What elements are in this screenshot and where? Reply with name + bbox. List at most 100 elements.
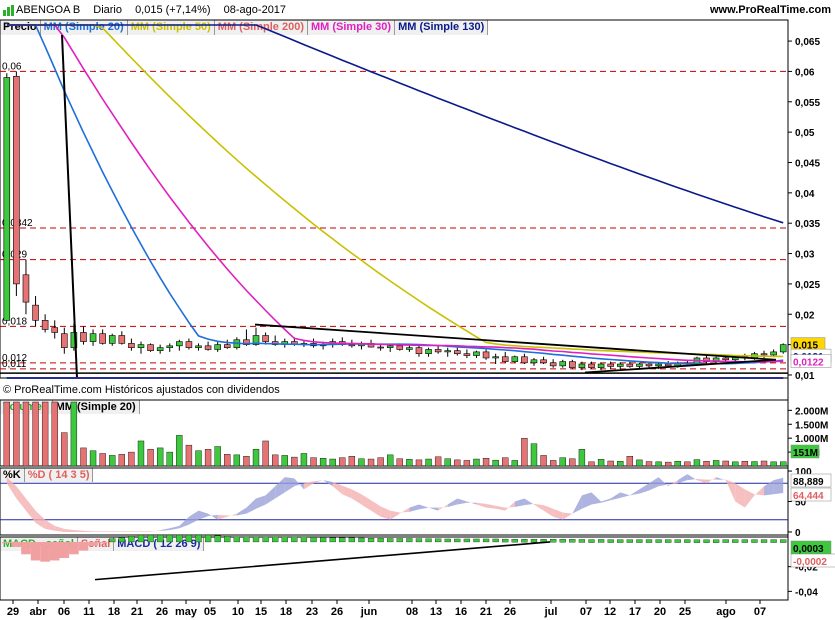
stoch-fill xyxy=(658,477,669,487)
macd-hist-bar xyxy=(569,539,576,543)
chart-canvas[interactable]: 0,065 0,06 0,055 0,05 0,045 0,04 0,035 0,03 0,02… xyxy=(0,0,835,620)
price-ytick-label: 0,06 xyxy=(795,67,815,78)
macd-hist-bar xyxy=(109,538,116,543)
volume-bar xyxy=(454,459,461,467)
price-candle xyxy=(540,359,547,364)
volume-bar xyxy=(415,459,423,467)
stoch-fill xyxy=(371,500,381,517)
volume-bar xyxy=(89,450,97,467)
stoch-fill xyxy=(418,504,429,510)
xtick-label: 07 xyxy=(580,606,592,618)
price-candle xyxy=(156,347,164,351)
stoch-fill xyxy=(6,477,17,499)
volume-bar xyxy=(387,454,394,467)
price-candle xyxy=(176,341,183,347)
macd-hist-bar xyxy=(530,539,538,543)
stoch-fill xyxy=(284,477,295,493)
price-candle xyxy=(779,344,787,353)
price-candle xyxy=(454,350,461,355)
price-hline-label: 0,06 xyxy=(2,61,22,72)
price-candle xyxy=(13,75,20,285)
volume-bar xyxy=(310,457,317,467)
stoch-fill xyxy=(735,483,745,508)
volume-bar xyxy=(549,460,557,467)
macd-hist-bar xyxy=(712,539,720,543)
volume-bar xyxy=(693,459,701,467)
price-candle xyxy=(99,333,106,344)
xtick-label: jul xyxy=(544,606,558,618)
stoch-fill xyxy=(208,513,218,520)
stoch-fill xyxy=(677,474,688,484)
volume-bar xyxy=(492,459,499,467)
macd-hist-bar xyxy=(751,539,758,543)
stoch-fill xyxy=(610,492,621,501)
xtick-label: 21 xyxy=(480,606,492,618)
macd-hist-bar xyxy=(147,534,154,543)
macd-panel-frame xyxy=(0,536,789,601)
price-candle xyxy=(607,363,614,367)
price-candle xyxy=(559,361,567,367)
price-candle xyxy=(108,335,116,344)
volume-bar xyxy=(502,457,509,467)
macd-hist-bar xyxy=(463,538,471,543)
price-candle xyxy=(482,351,490,359)
price-candle xyxy=(80,332,87,342)
volume-bar xyxy=(224,454,231,467)
stoch-fill xyxy=(629,489,640,496)
stoch-fill xyxy=(495,505,506,511)
volume-bar xyxy=(684,461,691,467)
stoch-fill xyxy=(303,481,314,490)
volume-bar xyxy=(530,443,538,467)
macd-hist-bar xyxy=(358,537,365,543)
macd-hist-bar xyxy=(319,537,327,543)
price-candle xyxy=(137,344,145,348)
stoch-fill xyxy=(217,514,228,520)
macd-hist-bar xyxy=(176,534,183,543)
stoch-fill xyxy=(533,503,544,511)
macd-hist-bar xyxy=(444,538,451,543)
xtick-label: 25 xyxy=(679,606,691,618)
price-ytick-label: 0,045 xyxy=(795,158,820,169)
volume-ytick-label: 1.000M xyxy=(795,434,828,445)
stoch-fill xyxy=(486,503,496,509)
stoch-fill xyxy=(380,506,391,520)
macd-hist-bar xyxy=(655,539,662,543)
macd-hist-bar xyxy=(617,539,624,543)
volume-bar xyxy=(156,447,164,467)
macd-hist-bar xyxy=(339,537,346,543)
stoch-ytick-label: 0 xyxy=(795,528,801,539)
stoch-fill xyxy=(725,479,736,502)
macd-hist-bar xyxy=(377,538,384,543)
macd-hist-bar xyxy=(760,539,768,543)
stoch-fill xyxy=(45,519,55,531)
xtick-label: 18 xyxy=(108,606,120,618)
price-candle xyxy=(396,345,404,350)
macd-hist-bar xyxy=(482,538,490,543)
price-candle xyxy=(463,353,471,356)
macd-hist-bar xyxy=(281,536,288,543)
price-candle xyxy=(645,363,653,367)
macd-hist-bar xyxy=(272,536,279,543)
volume-bar xyxy=(185,444,193,467)
macd-hist-bar xyxy=(636,539,643,543)
price-candle xyxy=(195,345,202,348)
macd-hist-bar xyxy=(559,539,566,543)
stoch-fill xyxy=(93,531,103,532)
stoch-fill xyxy=(236,507,247,516)
macd-hist-bar xyxy=(665,539,672,543)
stoch-last-k: 88,889 xyxy=(793,477,824,488)
sma130-line xyxy=(6,24,784,224)
volume-bar xyxy=(348,456,356,467)
macd-ytick-label: -0,04 xyxy=(795,587,818,598)
price-candle xyxy=(147,344,154,351)
price-candle xyxy=(578,363,586,368)
macd-hist-bar xyxy=(166,534,173,543)
macd-hist-bar xyxy=(300,536,308,543)
volume-bar xyxy=(425,458,432,467)
stoch-fill xyxy=(140,531,151,532)
stoch-fill xyxy=(35,510,46,529)
volume-bar xyxy=(434,456,442,467)
volume-bar xyxy=(32,401,39,467)
stoch-fill xyxy=(581,492,592,509)
volume-bar xyxy=(80,447,87,467)
